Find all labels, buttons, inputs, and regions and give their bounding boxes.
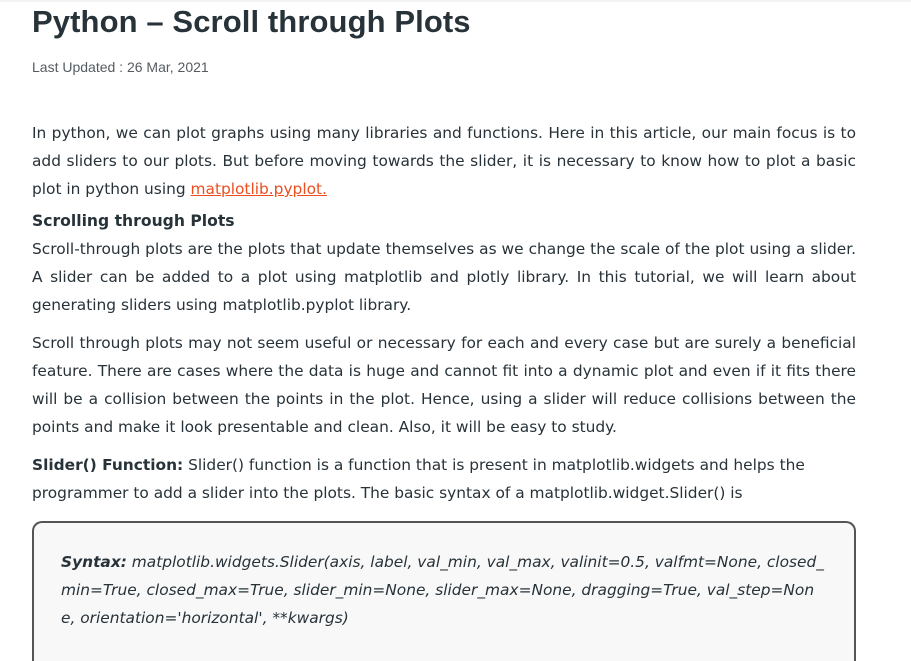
article-body: In python, we can plot graphs using many… bbox=[32, 119, 856, 507]
section-heading: Scrolling through Plots bbox=[32, 212, 235, 230]
paragraph-usefulness: Scroll through plots may not seem useful… bbox=[32, 334, 856, 436]
intro-text: In python, we can plot graphs using many… bbox=[32, 124, 856, 198]
last-updated: Last Updated : 26 Mar, 2021 bbox=[32, 59, 209, 75]
syntax-block: Syntax: matplotlib.widgets.Slider(axis, … bbox=[32, 521, 856, 661]
page-title: Python – Scroll through Plots bbox=[32, 4, 471, 39]
paragraph-scroll-through: Scroll-through plots are the plots that … bbox=[32, 240, 856, 314]
syntax-label: Syntax: bbox=[61, 553, 127, 571]
top-border bbox=[0, 0, 911, 2]
syntax-content: Syntax: matplotlib.widgets.Slider(axis, … bbox=[61, 548, 828, 632]
slider-function-lead: Slider() Function: bbox=[32, 456, 184, 474]
syntax-code: matplotlib.widgets.Slider(axis, label, v… bbox=[61, 553, 824, 627]
paragraph-slider-function: Slider() Function: Slider() function is … bbox=[32, 451, 856, 507]
matplotlib-pyplot-link[interactable]: matplotlib.pyplot. bbox=[191, 180, 327, 198]
intro-paragraph: In python, we can plot graphs using many… bbox=[32, 119, 856, 203]
